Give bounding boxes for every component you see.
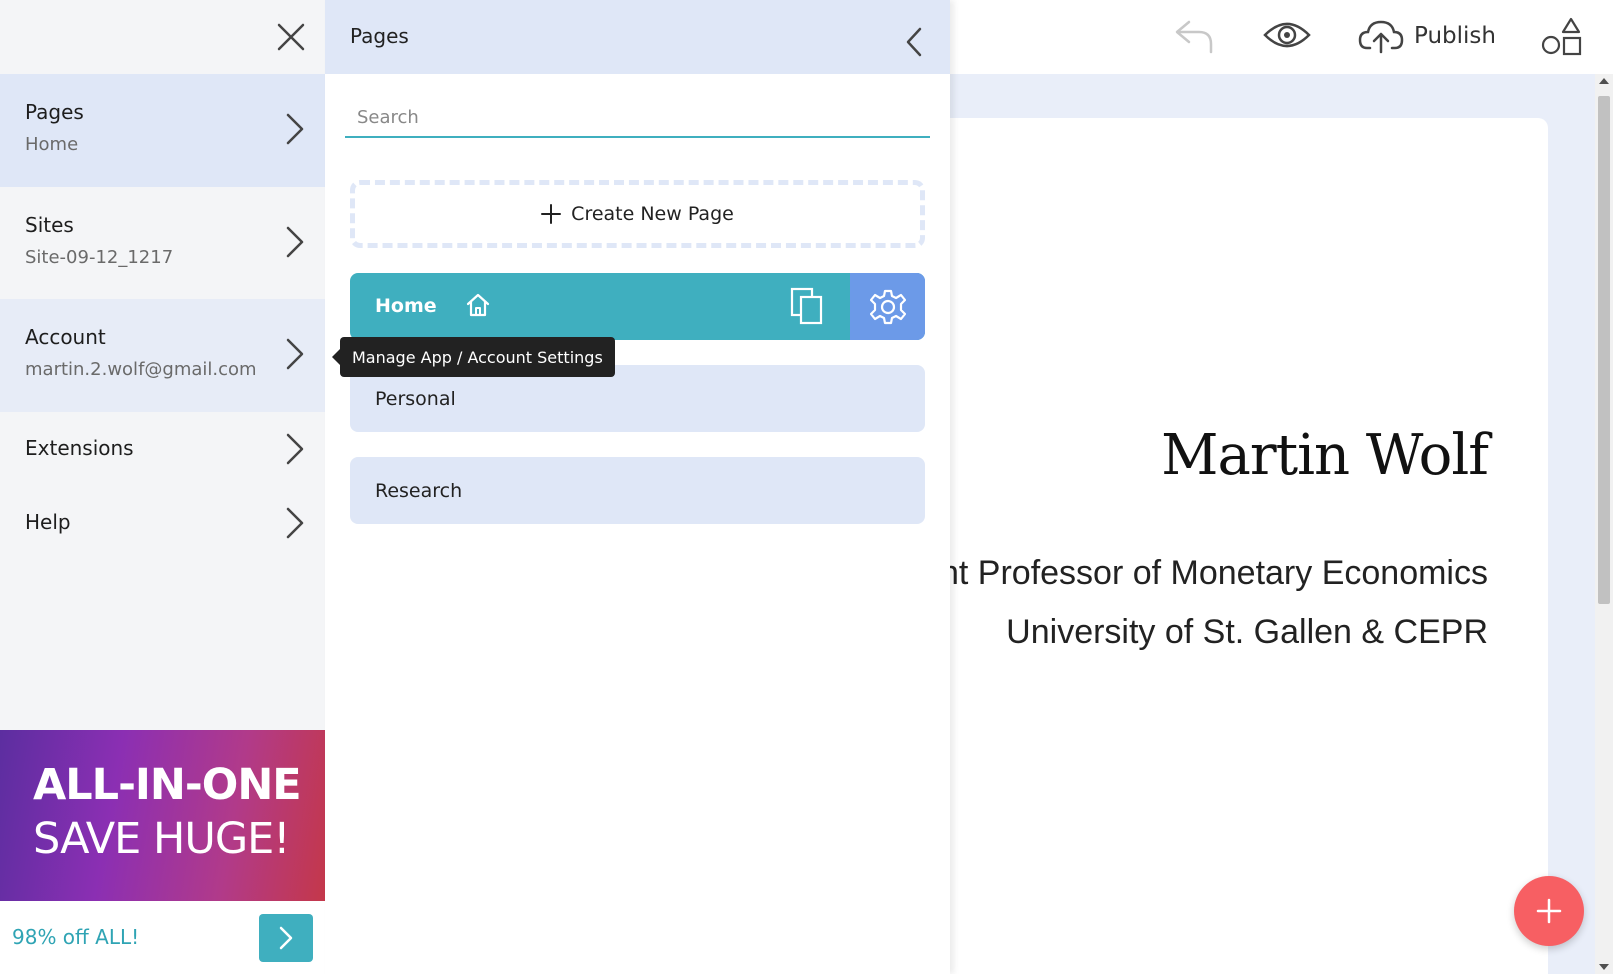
preview-button[interactable]	[1262, 17, 1312, 57]
chevron-left-icon	[906, 27, 922, 57]
menu-item-title: Sites	[25, 213, 74, 237]
scroll-up-arrow-icon[interactable]	[1599, 78, 1609, 84]
tooltip-text: Manage App / Account Settings	[352, 347, 603, 367]
site-subtitle-line2[interactable]: University of St. Gallen & CEPR	[1006, 613, 1488, 652]
page-settings-button[interactable]	[850, 273, 925, 340]
pages-panel-title: Pages	[350, 24, 409, 48]
menu-item-title: Account	[25, 325, 106, 349]
site-page-preview[interactable]: Martin Wolf nt Professor of Monetary Eco…	[950, 118, 1548, 974]
scrollbar-thumb[interactable]	[1598, 96, 1610, 604]
menu-item-title: Pages	[25, 100, 84, 124]
promo-offer-text[interactable]: 98% off ALL!	[12, 925, 139, 949]
close-icon	[277, 23, 305, 51]
promo-footer: 98% off ALL!	[0, 901, 325, 974]
menu-item-pages[interactable]: Pages Home	[0, 74, 325, 187]
canvas-scrollbar[interactable]	[1595, 74, 1613, 974]
create-new-page-label: Create New Page	[571, 203, 734, 225]
promo-go-button[interactable]	[259, 914, 313, 962]
menu-item-sites[interactable]: Sites Site-09-12_1217	[0, 187, 325, 299]
add-element-fab[interactable]	[1514, 876, 1584, 946]
create-new-page-button[interactable]: Create New Page	[350, 180, 925, 248]
menu-item-help[interactable]: Help	[0, 486, 325, 560]
chevron-right-icon	[286, 507, 304, 539]
page-item-label: Research	[375, 480, 463, 502]
plus-icon	[1536, 898, 1562, 924]
menu-item-subtitle: martin.2.wolf@gmail.com	[25, 359, 257, 380]
plus-icon	[541, 204, 562, 224]
chevron-right-icon	[286, 433, 304, 465]
chevron-right-icon	[286, 338, 304, 370]
pages-panel-header: Pages	[325, 0, 950, 74]
page-item-research[interactable]: Research	[350, 457, 925, 524]
menu-item-subtitle: Home	[25, 134, 79, 155]
pages-search-input[interactable]	[345, 98, 930, 138]
eye-icon	[1263, 22, 1311, 48]
duplicate-page-button[interactable]	[790, 287, 824, 329]
close-menu-button[interactable]	[277, 23, 305, 55]
copy-icon	[790, 287, 823, 325]
main-menu-panel: Pages Home Sites Site-09-12_1217 Account…	[0, 0, 325, 974]
cloud-upload-icon	[1358, 20, 1404, 54]
chevron-right-icon	[286, 113, 304, 145]
pages-panel: Pages Create New Page Home Person	[325, 0, 950, 974]
publish-button[interactable]: Publish	[1358, 18, 1496, 54]
scroll-down-arrow-icon[interactable]	[1599, 964, 1609, 970]
chevron-right-icon	[286, 226, 304, 258]
site-subtitle-line1[interactable]: nt Professor of Monetary Economics	[950, 554, 1488, 593]
undo-button[interactable]	[1173, 16, 1217, 60]
menu-item-title: Help	[25, 510, 71, 534]
menu-item-subtitle: Site-09-12_1217	[25, 247, 174, 268]
promo-subheadline: SAVE HUGE!	[33, 814, 291, 864]
account-settings-tooltip: Manage App / Account Settings	[332, 337, 615, 377]
menu-item-extensions[interactable]: Extensions	[0, 412, 325, 486]
home-icon	[466, 293, 490, 317]
page-item-label: Personal	[375, 388, 456, 410]
site-heading[interactable]: Martin Wolf	[1161, 423, 1489, 488]
chevron-right-icon	[279, 926, 293, 950]
publish-label: Publish	[1414, 23, 1496, 49]
undo-icon	[1175, 20, 1213, 54]
page-item-home[interactable]: Home	[350, 273, 925, 340]
promo-headline: ALL-IN-ONE	[33, 760, 302, 810]
collapse-panel-button[interactable]	[905, 26, 923, 62]
add-elements-button[interactable]	[1540, 16, 1584, 62]
menu-item-title: Extensions	[25, 436, 134, 460]
menu-item-account[interactable]: Account martin.2.wolf@gmail.com	[0, 299, 325, 412]
promo-banner[interactable]: ALL-IN-ONE SAVE HUGE!	[0, 730, 325, 901]
page-item-label: Home	[375, 295, 437, 317]
gear-icon	[869, 289, 906, 324]
shapes-icon	[1541, 17, 1582, 56]
